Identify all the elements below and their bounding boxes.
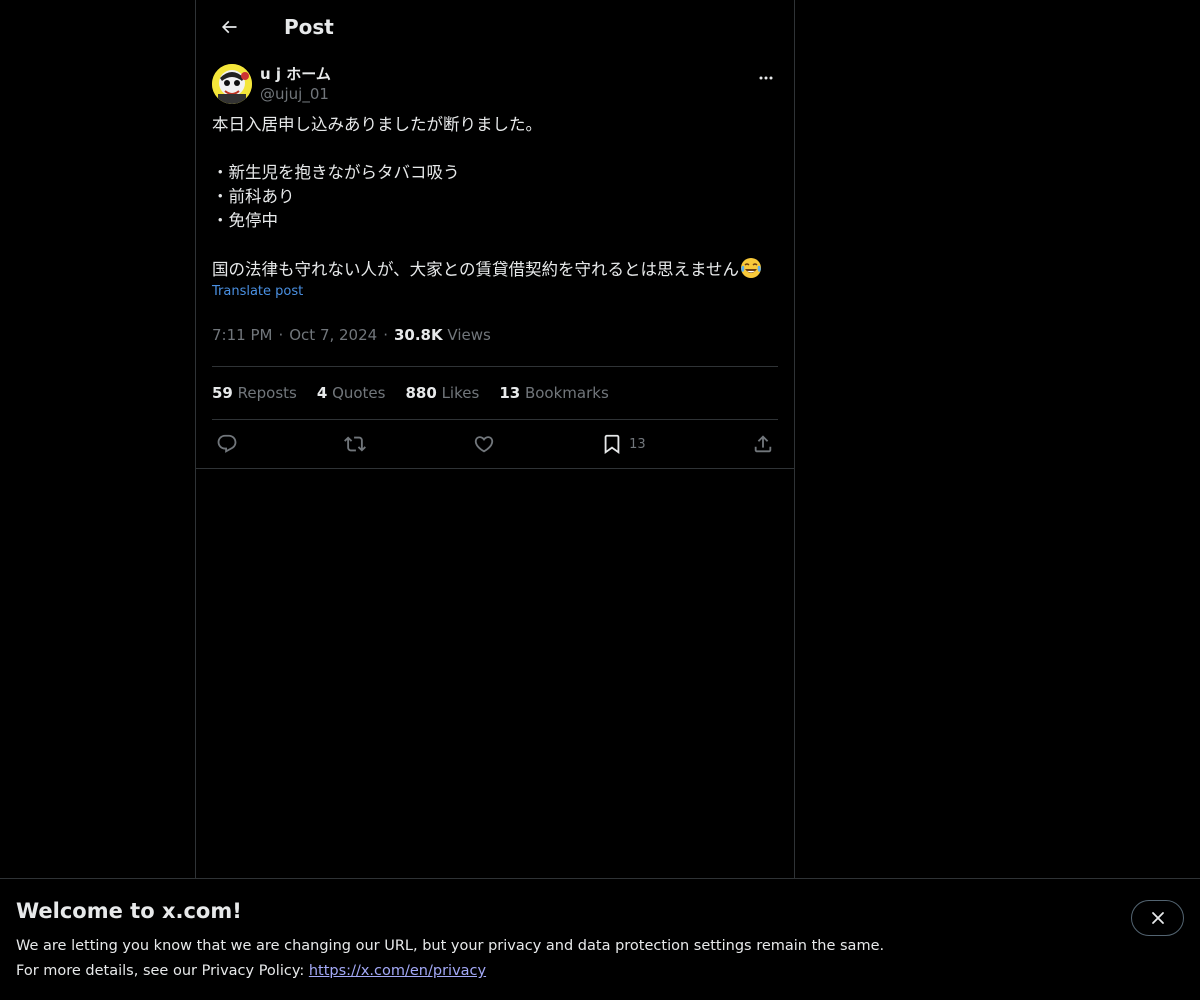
like-icon xyxy=(474,436,493,453)
tweet-text-line: ・前科あり xyxy=(212,187,295,206)
tweet-text-last-line: 国の法律も守れない人が、大家との賃貸借契約を守れるとは思えません xyxy=(212,257,778,281)
bookmarks-count: 13 xyxy=(499,384,521,402)
banner-text: We are letting you know that we are chan… xyxy=(16,934,1184,984)
views-count: 30.8K xyxy=(393,326,443,344)
banner-line-1: We are letting you know that we are chan… xyxy=(16,938,885,954)
tweet-text-line: 本日入居申し込みありましたが断りました。 xyxy=(212,115,542,134)
avatar-image xyxy=(212,64,252,104)
meta-separator: · xyxy=(278,326,284,344)
tweet-meta-row: 7:11 PM · Oct 7, 2024 · 30.8K Views xyxy=(212,320,778,366)
likes-stat[interactable]: 880 Likes xyxy=(405,384,479,402)
tears-of-joy-emoji xyxy=(741,258,762,278)
reply-button[interactable] xyxy=(216,433,238,455)
quotes-label: Quotes xyxy=(332,384,386,402)
tweet-text-blank xyxy=(212,137,778,161)
tweet-text-line: 国の法律も守れない人が、大家との賃貸借契約を守れるとは思えません xyxy=(212,260,740,279)
author-display-name[interactable]: u j ホーム xyxy=(260,64,331,84)
tweet-text: 本日入居申し込みありましたが断りました。 ・新生児を抱きながらタバコ吸う ・前科… xyxy=(212,113,778,281)
close-icon xyxy=(1151,912,1164,924)
likes-label: Likes xyxy=(441,384,480,402)
banner-line-2: For more details, see our Privacy Policy… xyxy=(16,959,1184,984)
banner-title: Welcome to x.com! xyxy=(16,899,242,923)
engagement-stats: 59 Reposts 4 Quotes 880 Likes 13 Bookmar… xyxy=(212,367,778,419)
more-options-button[interactable] xyxy=(754,66,778,90)
tweet-meta: 7:11 PM · Oct 7, 2024 · 30.8K Views xyxy=(212,320,778,350)
quotes-count: 4 xyxy=(316,384,328,402)
back-arrow-icon xyxy=(221,20,237,33)
back-button[interactable] xyxy=(212,10,246,44)
repost-icon xyxy=(344,436,367,452)
like-button[interactable] xyxy=(473,433,495,455)
tweet-time[interactable]: 7:11 PM xyxy=(212,326,272,344)
avatar[interactable] xyxy=(212,64,252,104)
likes-count: 880 xyxy=(405,384,437,402)
more-dots-icon xyxy=(759,76,773,80)
bookmark-button[interactable]: 13 xyxy=(601,433,646,455)
privacy-policy-link[interactable]: https://x.com/en/privacy xyxy=(309,963,486,979)
author-info: u j ホーム @ujuj_01 xyxy=(260,64,331,104)
tweet-date[interactable]: Oct 7, 2024 xyxy=(289,326,377,344)
share-icon xyxy=(754,435,772,453)
repost-button[interactable] xyxy=(344,433,367,455)
tweet-text-line: ・新生児を抱きながらタバコ吸う xyxy=(212,163,460,182)
author-row: u j ホーム @ujuj_01 xyxy=(212,53,778,113)
tweet: u j ホーム @ujuj_01 本日入居申し込みありましたが断りました。 ・新… xyxy=(196,53,794,469)
bookmark-count: 13 xyxy=(629,436,646,452)
page-title: Post xyxy=(284,14,334,39)
close-banner-button[interactable] xyxy=(1131,900,1184,936)
share-button[interactable] xyxy=(752,433,774,455)
bookmark-icon xyxy=(604,434,620,455)
post-header: Post xyxy=(196,0,794,53)
reposts-stat[interactable]: 59 Reposts xyxy=(212,384,297,402)
author-handle[interactable]: @ujuj_01 xyxy=(260,84,331,104)
tweet-text-blank xyxy=(212,233,778,257)
tweet-bottom-border xyxy=(196,468,794,469)
meta-separator: · xyxy=(383,326,388,344)
reply-icon xyxy=(217,434,237,453)
views-label: Views xyxy=(447,326,491,344)
reposts-count: 59 xyxy=(212,384,233,402)
welcome-banner: Welcome to x.com! We are letting you kno… xyxy=(0,878,1200,1000)
post-column: Post u j ホーム @ujuj_01 本日入居申し込みありましたが断りまし… xyxy=(195,0,795,878)
tweet-text-line: ・免停中 xyxy=(212,211,278,230)
translate-post-link[interactable]: Translate post xyxy=(212,284,778,302)
banner-line-2-prefix: For more details, see our Privacy Policy… xyxy=(16,963,309,979)
bookmarks-stat[interactable]: 13 Bookmarks xyxy=(499,384,608,402)
action-bar: 13 xyxy=(212,420,778,468)
reposts-label: Reposts xyxy=(237,384,297,402)
bookmarks-label: Bookmarks xyxy=(524,384,609,402)
quotes-stat[interactable]: 4 Quotes xyxy=(317,384,386,402)
